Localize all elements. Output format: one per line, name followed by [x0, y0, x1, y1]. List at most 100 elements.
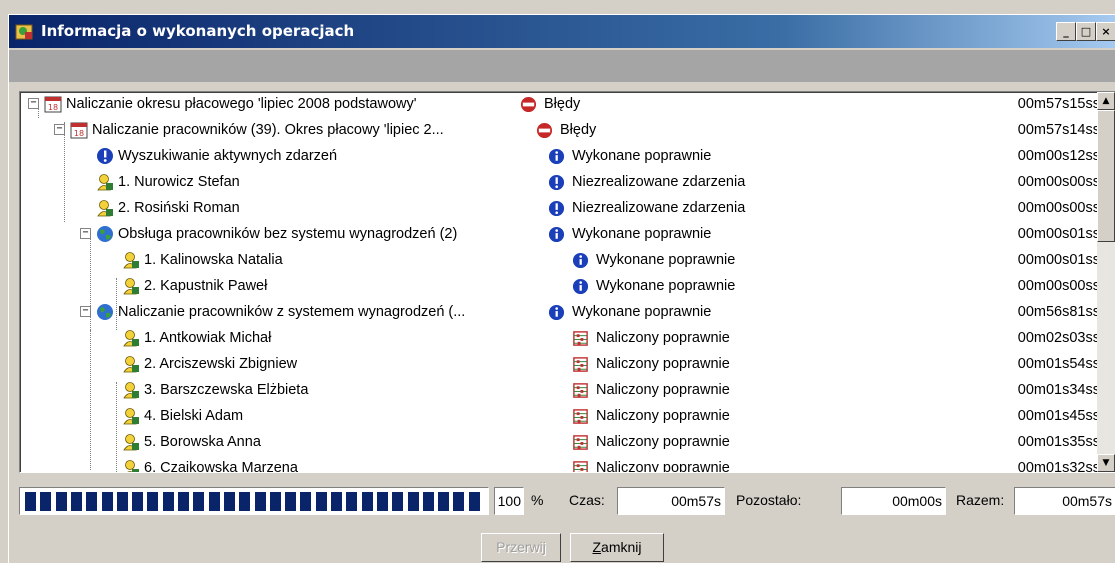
- scroll-thumb[interactable]: [1097, 110, 1115, 242]
- przerwij-button[interactable]: Przerwij: [481, 533, 561, 562]
- progress-segment: [331, 492, 342, 511]
- info-icon: [548, 226, 565, 243]
- tree-row[interactable]: − Obsługa pracowników bez systemu wynagro…: [20, 222, 1100, 248]
- tree-connector: [90, 330, 91, 470]
- tree-connector: [90, 236, 91, 336]
- tree-row[interactable]: −18 Naliczanie pracowników (39). Okres pł…: [20, 118, 1100, 144]
- tree-row[interactable]: 6. Czajkowska Marzena Naliczony poprawnie…: [20, 456, 1100, 473]
- progress-segment: [392, 492, 404, 511]
- warning-circle-icon: [548, 200, 565, 217]
- app-icon: [15, 24, 33, 40]
- progress-segment: [269, 492, 281, 511]
- tree-row-label: 2. Rosiński Roman: [118, 200, 240, 216]
- tree-row-status: Wykonane poprawnie: [572, 148, 712, 164]
- warning-circle-icon: [96, 147, 114, 165]
- tree-row-label: Naliczanie pracowników (39). Okres płaco…: [92, 122, 444, 138]
- tree-row-status: Wykonane poprawnie: [572, 226, 712, 242]
- pozostalo-label: Pozostało:: [736, 492, 802, 508]
- tree-row-time: 00m00s12ss: [1017, 148, 1100, 164]
- progress-segment: [132, 492, 144, 511]
- minimize-button[interactable]: _: [1056, 22, 1076, 41]
- maximize-button[interactable]: □: [1076, 22, 1096, 41]
- tree-row[interactable]: 5. Borowska Anna Naliczony poprawnie 00m01…: [20, 430, 1100, 456]
- person-icon: [122, 329, 140, 347]
- close-button[interactable]: ×: [1096, 22, 1115, 41]
- tree-row-label: 1. Kalinowska Natalia: [144, 252, 283, 268]
- abacus-icon: [572, 382, 589, 399]
- dialog-window: Informacja o wykonanych operacjach _ □ ×…: [8, 14, 1115, 563]
- progress-segment: [300, 492, 312, 511]
- vertical-scrollbar[interactable]: ▲ ▼: [1097, 92, 1115, 472]
- progress-segment: [223, 492, 235, 511]
- tree-row-status: Naliczony poprawnie: [596, 330, 730, 346]
- tree-row-label: Naliczanie pracowników z systemem wynagr…: [118, 304, 466, 320]
- person-icon: [122, 407, 140, 425]
- czas-label: Czas:: [569, 492, 605, 508]
- percent-value: 100: [494, 487, 524, 515]
- abacus-icon: [572, 330, 589, 347]
- tree-row-label: 5. Borowska Anna: [144, 434, 261, 450]
- tree-row[interactable]: − Naliczanie pracowników z systemem wynag…: [20, 300, 1100, 326]
- tree-row-label: 3. Barszczewska Elżbieta: [144, 382, 309, 398]
- tree-row[interactable]: 2. Rosiński Roman Niezrealizowane zdarzen…: [20, 196, 1100, 222]
- person-icon: [122, 251, 140, 269]
- tree-row-time: 00m01s35ss: [1017, 434, 1100, 450]
- person-icon: [122, 381, 140, 399]
- scroll-up-button[interactable]: ▲: [1097, 92, 1115, 110]
- title-bar[interactable]: Informacja o wykonanych operacjach _ □ ×: [9, 15, 1115, 48]
- progress-segment: [407, 492, 419, 511]
- tree-row-label: Wyszukiwanie aktywnych zdarzeń: [118, 148, 338, 164]
- tree-connector: [116, 382, 117, 472]
- progress-segment: [453, 492, 465, 511]
- abacus-icon: [572, 408, 589, 425]
- abacus-icon: [572, 434, 589, 451]
- tree-row-status: Naliczony poprawnie: [596, 356, 730, 372]
- razem-value: 00m57s: [1014, 487, 1115, 515]
- warning-circle-icon: [548, 174, 565, 191]
- tree-row-time: 00m56s81ss: [1017, 304, 1100, 320]
- tree-row-time: 00m00s00ss: [1017, 174, 1100, 190]
- razem-label: Razem:: [956, 492, 1005, 508]
- progress-segment: [25, 492, 36, 511]
- percent-sign: %: [531, 492, 544, 508]
- person-icon: [122, 433, 140, 451]
- tree-row[interactable]: 4. Bielski Adam Naliczony poprawnie 00m01s…: [20, 404, 1100, 430]
- tree-row[interactable]: 2. Kapustnik Paweł Wykonane poprawnie 00m0…: [20, 274, 1100, 300]
- tree-row-time: 00m00s01ss: [1017, 226, 1100, 242]
- tree-row[interactable]: 3. Barszczewska Elżbieta Naliczony popraw…: [20, 378, 1100, 404]
- info-icon: [572, 252, 589, 269]
- tree-row-label: 1. Nurowicz Stefan: [118, 174, 240, 190]
- globe-icon: [96, 225, 114, 243]
- progress-segment: [208, 492, 220, 511]
- tree-row-time: 00m01s34ss: [1017, 382, 1100, 398]
- calendar-icon: 18: [44, 95, 62, 113]
- tree-row-label: Obsługa pracowników bez systemu wynagrod…: [118, 226, 458, 242]
- zamknij-button[interactable]: Zamknij: [570, 533, 664, 562]
- tree-row-time: 00m00s01ss: [1017, 252, 1100, 268]
- tree-row-status: Błędy: [560, 122, 597, 138]
- tree-row[interactable]: Wyszukiwanie aktywnych zdarzeń Wykonane p…: [20, 144, 1100, 170]
- progress-segment: [193, 492, 205, 511]
- operations-tree[interactable]: −18 Naliczanie okresu płacowego 'lipiec 2…: [19, 91, 1115, 473]
- tree-row[interactable]: 2. Arciszewski Zbigniew Naliczony poprawn…: [20, 352, 1100, 378]
- tree-row[interactable]: 1. Nurowicz Stefan Niezrealizowane zdarze…: [20, 170, 1100, 196]
- progress-segment: [162, 492, 174, 511]
- info-icon: [548, 304, 565, 321]
- tree-row[interactable]: 1. Kalinowska Natalia Wykonane poprawnie 0…: [20, 248, 1100, 274]
- tree-row-time: 00m01s32ss: [1017, 460, 1100, 473]
- progress-segment: [361, 492, 373, 511]
- progress-bar: [19, 487, 489, 515]
- tree-row[interactable]: −18 Naliczanie okresu płacowego 'lipiec 2…: [20, 92, 1100, 118]
- tree-row[interactable]: 1. Antkowiak Michał Naliczony poprawnie 00…: [20, 326, 1100, 352]
- progress-segment: [70, 492, 82, 511]
- svg-text:18: 18: [74, 129, 84, 138]
- tree-row-time: 00m01s45ss: [1017, 408, 1100, 424]
- zamknij-label: amknij: [601, 539, 642, 555]
- progress-segment: [254, 492, 266, 511]
- scroll-down-button[interactable]: ▼: [1097, 454, 1115, 472]
- window-title: Informacja o wykonanych operacjach: [41, 22, 355, 40]
- progress-segment: [116, 492, 128, 511]
- tree-row-status: Niezrealizowane zdarzenia: [572, 174, 746, 190]
- info-icon: [548, 148, 565, 165]
- progress-segment: [86, 492, 98, 511]
